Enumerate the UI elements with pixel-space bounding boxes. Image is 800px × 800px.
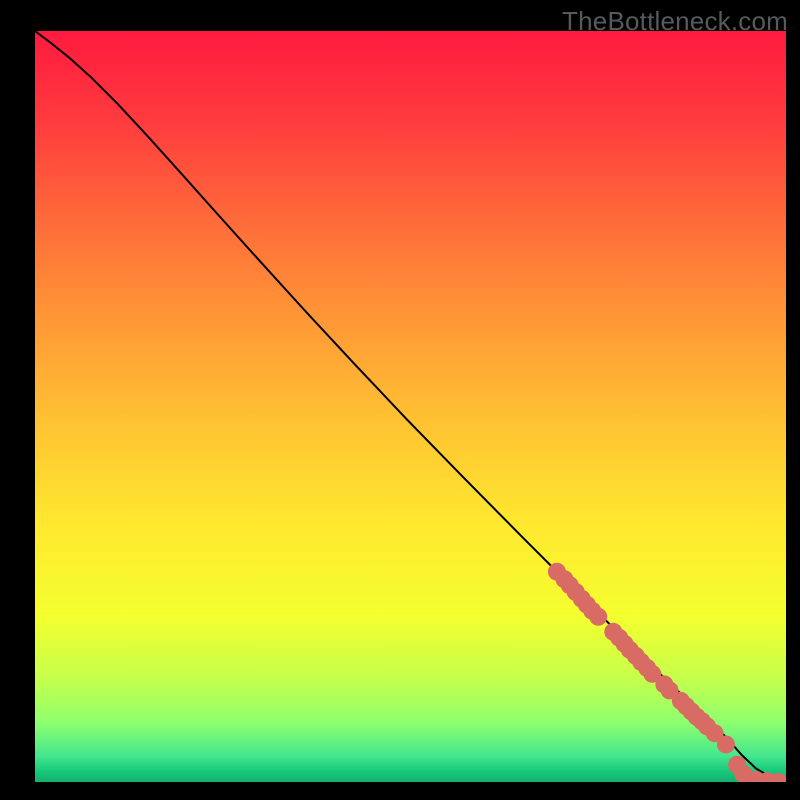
plot-area xyxy=(35,31,786,782)
data-marker xyxy=(717,735,735,753)
chart-frame: TheBottleneck.com xyxy=(0,0,800,800)
data-marker xyxy=(589,608,607,626)
chart-svg xyxy=(35,31,786,782)
watermark-text: TheBottleneck.com xyxy=(562,6,788,37)
gradient-background xyxy=(35,31,786,782)
